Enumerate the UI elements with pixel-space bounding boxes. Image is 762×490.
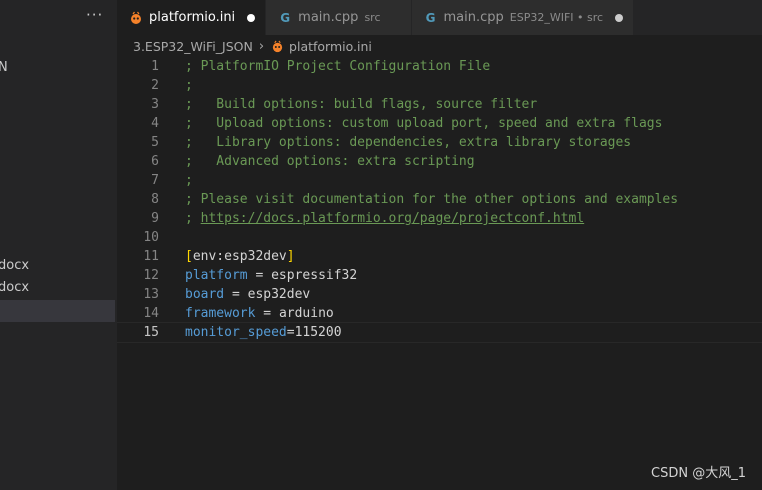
config-key: platform <box>185 268 248 283</box>
code-line: 11 [env:esp32dev] <box>117 247 762 266</box>
explorer-item[interactable]: docx <box>0 255 115 277</box>
line-number: 11 <box>143 249 159 264</box>
config-value: esp32dev <box>247 287 311 302</box>
explorer-item-label: N <box>0 60 8 75</box>
code-line: 5 ; Library options: dependencies, extra … <box>117 133 762 152</box>
comment: ; <box>185 211 201 226</box>
breadcrumb: 3.ESP32_WiFi_JSON › platformio.ini <box>117 35 762 57</box>
code-line: 2; <box>117 76 762 95</box>
section-bracket: ] <box>286 249 295 264</box>
explorer-item[interactable]: N <box>0 57 115 79</box>
tab-main-cpp-esp32-wifi[interactable]: G main.cpp ESP32_WIFI • src <box>411 0 635 35</box>
comment: ; <box>185 78 193 93</box>
code-line: 6 ; Advanced options: extra scripting <box>117 152 762 171</box>
unsaved-dot-icon[interactable] <box>247 13 256 22</box>
code-line: 9; https://docs.platformio.org/page/proj… <box>117 209 762 228</box>
line-number: 10 <box>143 230 159 245</box>
config-value: 115200 <box>294 325 342 340</box>
tab-description: src <box>364 11 381 24</box>
breadcrumb-file[interactable]: platformio.ini <box>289 39 372 54</box>
editor-tabs: platformio.ini G main.cpp src G main.cpp… <box>117 0 762 35</box>
line-number: 15 <box>143 325 159 340</box>
watermark: CSDN @大风_1 <box>651 466 746 481</box>
code-line: 8 ; Please visit documentation for the ot… <box>117 190 762 209</box>
code-line: 3 ; Build options: build flags, source fi… <box>117 95 762 114</box>
code-line: 10 <box>117 228 762 247</box>
code-line: 1 ; PlatformIO Project Configuration File <box>117 57 762 76</box>
line-number: 5 <box>151 135 159 150</box>
code-line-current: 15 monitor_speed=115200 <box>117 322 762 343</box>
assign-op: = <box>224 287 248 302</box>
line-number: 1 <box>151 59 159 74</box>
line-number: 6 <box>151 154 159 169</box>
comment: ; <box>185 173 193 188</box>
line-number: 4 <box>151 116 159 131</box>
tab-label: main.cpp <box>298 10 359 25</box>
tab-label: platformio.ini <box>149 10 236 25</box>
code-line: 12 platform = espressif32 <box>117 266 762 285</box>
tab-description: ESP32_WIFI • src <box>509 11 604 24</box>
config-key: framework <box>185 306 256 321</box>
chevron-right-icon: › <box>258 38 265 54</box>
breadcrumb-folder[interactable]: 3.ESP32_WiFi_JSON <box>133 39 253 54</box>
code-line: 13 board = esp32dev <box>117 285 762 304</box>
config-value: arduino <box>278 306 334 321</box>
config-value: espressif32 <box>271 268 358 283</box>
code-editor[interactable]: 1 ; PlatformIO Project Configuration File… <box>117 57 762 490</box>
assign-op: = <box>286 325 295 340</box>
more-actions-icon[interactable]: ··· <box>86 6 103 24</box>
line-number: 13 <box>143 287 159 302</box>
section-name: env:esp32dev <box>192 249 287 264</box>
docs-link[interactable]: https://docs.platformio.org/page/project… <box>201 211 585 226</box>
tab-platformio-ini[interactable]: platformio.ini <box>117 0 267 35</box>
comment: ; Library options: dependencies, extra l… <box>185 135 632 150</box>
explorer-item[interactable]: docx <box>0 277 115 299</box>
comment: ; Please visit documentation for the oth… <box>185 192 679 207</box>
comment: ; Upload options: custom upload port, sp… <box>185 116 663 131</box>
unsaved-dot-icon[interactable] <box>615 13 624 22</box>
explorer-item-selected[interactable] <box>0 300 115 322</box>
line-number: 9 <box>151 211 159 226</box>
line-number: 3 <box>151 97 159 112</box>
cpp-file-icon: G <box>425 10 436 25</box>
line-number: 7 <box>151 173 159 188</box>
cpp-file-icon: G <box>280 10 291 25</box>
platformio-icon <box>270 39 284 53</box>
assign-op: = <box>255 306 279 321</box>
code-line: 4 ; Upload options: custom upload port, s… <box>117 114 762 133</box>
tab-label: main.cpp <box>443 10 504 25</box>
config-key: monitor_speed <box>185 325 287 340</box>
comment: ; PlatformIO Project Configuration File <box>185 59 491 74</box>
line-number: 8 <box>151 192 159 207</box>
explorer-sidebar: ··· N docx docx <box>0 0 117 490</box>
comment: ; Build options: build flags, source fil… <box>185 97 538 112</box>
comment: ; Advanced options: extra scripting <box>185 154 475 169</box>
assign-op: = <box>247 268 272 283</box>
line-number: 14 <box>143 306 159 321</box>
code-line: 14 framework = arduino <box>117 304 762 323</box>
config-key: board <box>185 287 225 302</box>
explorer-item-label: docx <box>0 280 30 295</box>
section-bracket: [ <box>185 249 193 264</box>
tab-main-cpp-src[interactable]: G main.cpp src <box>266 0 412 35</box>
line-number: 2 <box>151 78 159 93</box>
line-number: 12 <box>143 268 159 283</box>
code-line: 7; <box>117 171 762 190</box>
explorer-item-label: docx <box>0 258 30 273</box>
platformio-icon <box>129 11 143 25</box>
